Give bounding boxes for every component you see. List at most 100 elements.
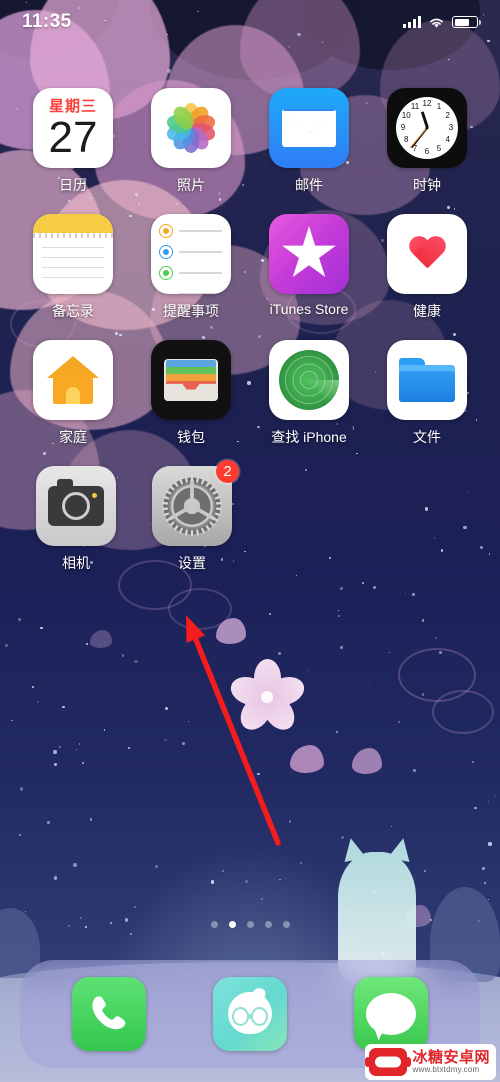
wallpaper-star — [487, 800, 489, 802]
wallpaper-star — [299, 862, 302, 865]
wallpaper-star — [257, 772, 260, 776]
clock-icon[interactable]: 1 2 3 4 5 6 7 8 9 10 11 12 — [387, 88, 467, 168]
app-label: 设置 — [178, 555, 206, 571]
phone-icon[interactable] — [71, 977, 146, 1051]
app-label: 备忘录 — [52, 303, 94, 319]
app-mail[interactable]: 邮件 — [261, 88, 357, 195]
wallpaper-star — [260, 898, 263, 901]
wallpaper-star — [474, 806, 477, 810]
speech-bubble-shape — [366, 993, 417, 1035]
wallpaper-star — [338, 614, 340, 617]
app-health[interactable]: 健康 — [379, 214, 475, 321]
wallpaper-star — [89, 818, 93, 821]
camera-body-shape — [48, 479, 104, 526]
clock-numeral: 1 — [436, 102, 442, 112]
wallpaper-star — [397, 721, 400, 724]
wallpaper-star — [85, 643, 88, 645]
wallpaper-flower — [226, 658, 308, 736]
app-find-iphone[interactable]: 查找 iPhone — [261, 340, 357, 447]
wallpaper-star — [277, 651, 282, 656]
app-row: 相机 2 设置 — [0, 460, 500, 573]
page-dot[interactable] — [246, 921, 254, 928]
app-reminders[interactable]: 提醒事项 — [143, 214, 239, 321]
app-grid: 星期三 27 日历 照片 邮件 1 2 3 4 5 6 7 8 9 10 11 … — [0, 88, 500, 592]
app-label: 相机 — [62, 555, 90, 571]
wallpaper-star — [79, 916, 82, 920]
app-home[interactable]: 家庭 — [25, 340, 121, 447]
wallpaper-star — [388, 651, 391, 654]
signal-bars-icon — [403, 16, 421, 28]
page-dot[interactable] — [282, 921, 290, 928]
wallpaper-star — [73, 863, 77, 867]
messages-icon[interactable] — [354, 977, 429, 1051]
wallpaper-star — [121, 653, 125, 657]
clock-numeral: 9 — [400, 123, 406, 132]
wallet-icon[interactable] — [151, 340, 231, 420]
wallpaper-star — [488, 899, 490, 901]
clock-numeral: 7 — [412, 143, 418, 153]
status-bar-time: 11:35 — [22, 11, 72, 32]
page-dot[interactable] — [228, 921, 236, 928]
wallpaper-star — [54, 762, 58, 766]
app-label: 提醒事项 — [163, 303, 219, 319]
app-calendar[interactable]: 星期三 27 日历 — [25, 88, 121, 195]
find-iphone-icon[interactable] — [269, 340, 349, 420]
app-label: 健康 — [413, 303, 441, 319]
clock-numeral: 5 — [436, 143, 442, 153]
qq-mascot-face — [226, 986, 274, 1038]
wallpaper-star — [338, 609, 340, 611]
app-settings[interactable]: 2 设置 — [144, 460, 240, 573]
wallpaper-star — [413, 769, 417, 773]
photos-icon[interactable] — [151, 88, 231, 168]
itunes-store-icon[interactable] — [269, 214, 349, 294]
wallpaper-star — [167, 69, 171, 73]
app-clock[interactable]: 1 2 3 4 5 6 7 8 9 10 11 12 时钟 — [379, 88, 475, 195]
app-itunes-store[interactable]: iTunes Store — [261, 214, 357, 321]
clock-face: 1 2 3 4 5 6 7 8 9 10 11 12 — [396, 97, 458, 159]
app-label: 查找 iPhone — [271, 429, 347, 445]
page-indicator[interactable] — [0, 921, 500, 928]
wallpaper-star — [336, 730, 339, 733]
health-icon[interactable] — [387, 214, 467, 294]
wallpaper-star — [155, 865, 158, 868]
battery-icon — [452, 16, 481, 28]
wallpaper-star — [18, 617, 22, 621]
wallpaper-star — [78, 743, 81, 746]
wallpaper-star — [164, 706, 168, 711]
wallpaper-star — [288, 45, 290, 48]
camera-icon[interactable] — [36, 466, 116, 546]
app-files[interactable]: 文件 — [379, 340, 475, 447]
wallpaper-star — [222, 870, 225, 873]
wallpaper-star — [10, 719, 13, 722]
home-icon[interactable] — [33, 340, 113, 420]
app-row: 家庭 钱包 查找 iPhone 文件 — [0, 340, 500, 447]
clock-numeral: 3 — [448, 123, 454, 132]
app-camera[interactable]: 相机 — [28, 466, 124, 573]
watermark: 冰糖安卓网 www.btxtdmy.com — [365, 1044, 496, 1080]
wallpaper-star — [390, 825, 393, 827]
wallpaper-star — [164, 738, 167, 742]
wallpaper-star — [340, 645, 344, 649]
wallpaper-star — [62, 705, 65, 709]
reminders-icon[interactable] — [151, 214, 231, 294]
page-dot[interactable] — [264, 921, 272, 928]
wallpaper-petal — [352, 748, 382, 774]
page-dot[interactable] — [210, 921, 218, 928]
folder-shape — [399, 358, 455, 402]
wallpaper-star — [36, 700, 39, 704]
notes-icon[interactable] — [33, 214, 113, 294]
qq-icon[interactable] — [212, 977, 287, 1051]
calendar-icon[interactable]: 星期三 27 — [33, 88, 113, 168]
app-wallet[interactable]: 钱包 — [143, 340, 239, 447]
app-label: iTunes Store — [269, 301, 349, 317]
files-icon[interactable] — [387, 340, 467, 420]
star-shape — [282, 226, 336, 277]
wallpaper-star — [210, 880, 215, 884]
wallpaper-star — [424, 870, 426, 872]
app-notes[interactable]: 备忘录 — [25, 214, 121, 321]
settings-badge: 2 — [216, 460, 239, 483]
wallpaper-star — [404, 592, 407, 595]
mail-icon[interactable] — [269, 88, 349, 168]
app-photos[interactable]: 照片 — [143, 88, 239, 195]
wallpaper-star — [19, 833, 22, 836]
